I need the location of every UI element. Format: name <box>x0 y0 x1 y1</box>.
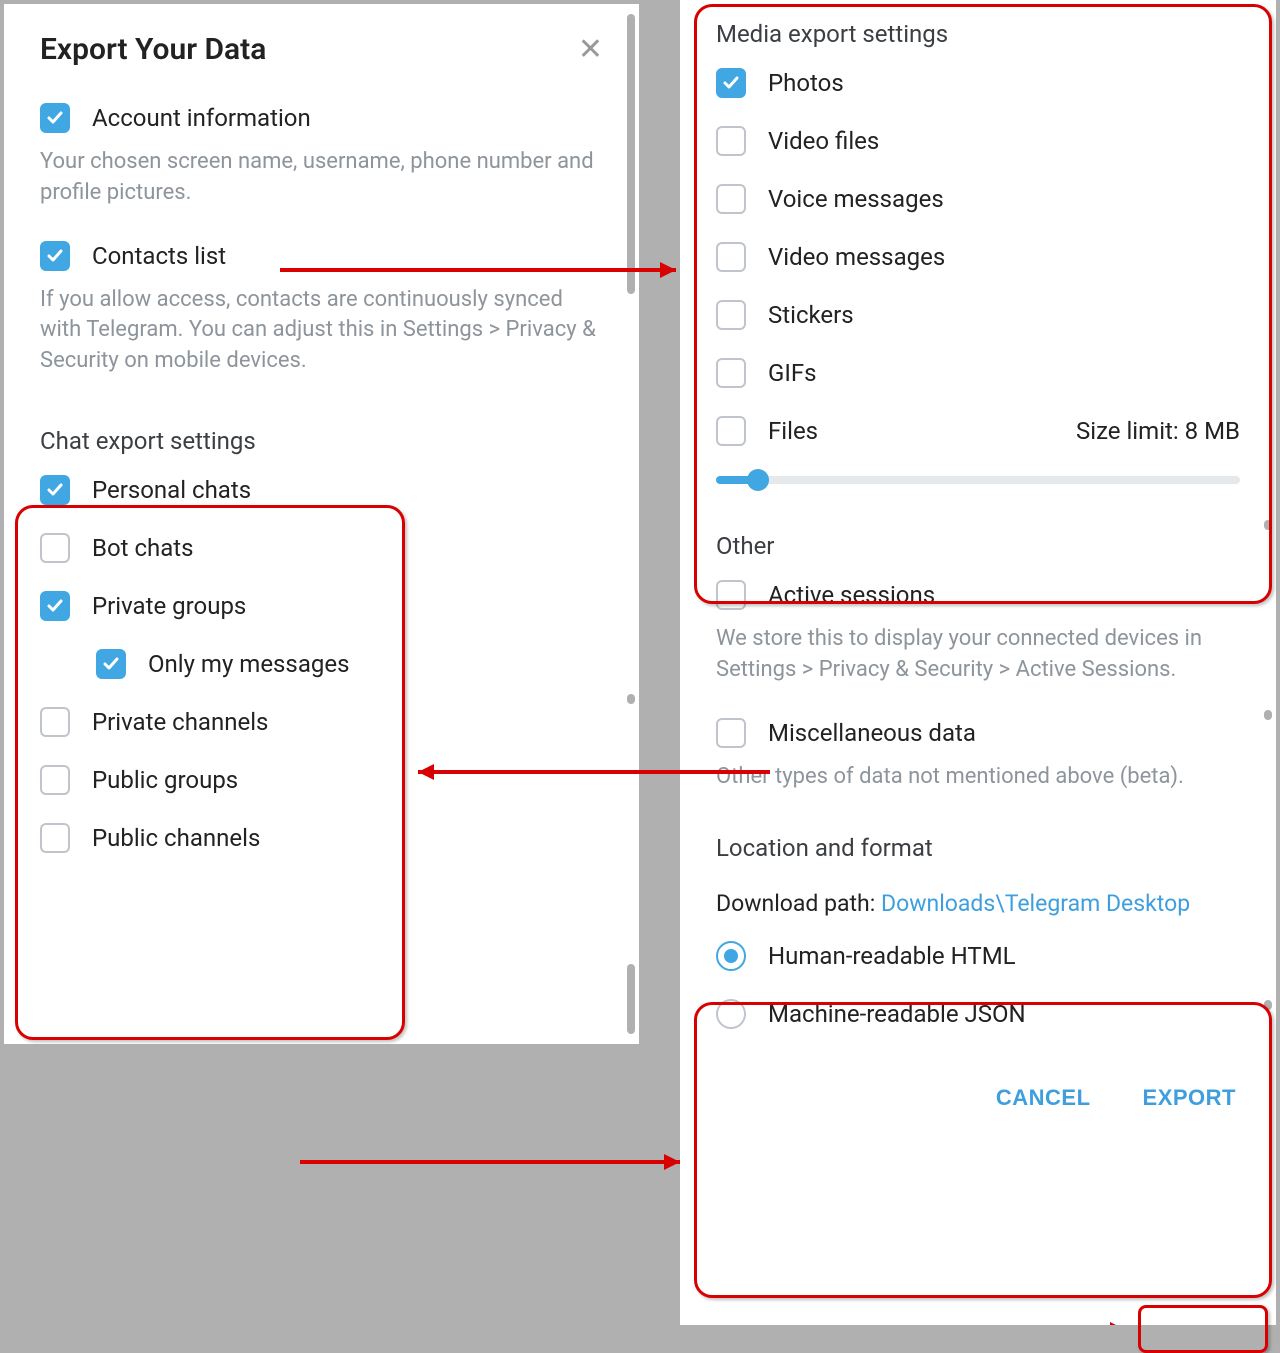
checkbox-video-messages[interactable] <box>716 242 746 272</box>
label-private-groups: Private groups <box>92 592 246 620</box>
section-chat-export: Chat export settings <box>40 421 603 461</box>
checkbox-video-files[interactable] <box>716 126 746 156</box>
checkbox-bot-chats[interactable] <box>40 533 70 563</box>
label-account-information: Account information <box>92 104 311 132</box>
label-photos: Photos <box>768 69 844 97</box>
row-public-groups[interactable]: Public groups <box>40 751 603 809</box>
download-path-link[interactable]: Downloads\Telegram Desktop <box>881 890 1190 917</box>
dialog-title: Export Your Data <box>40 32 266 67</box>
section-media-export: Media export settings <box>716 14 1240 54</box>
scrollbar-right[interactable] <box>1264 1000 1272 1010</box>
checkbox-public-groups[interactable] <box>40 765 70 795</box>
size-limit-text: Size limit: 8 MB <box>1076 417 1240 445</box>
row-files[interactable]: Files Size limit: 8 MB <box>716 402 1240 460</box>
dialog-footer: CANCEL EXPORT <box>680 1055 1276 1143</box>
row-voice-messages[interactable]: Voice messages <box>716 170 1240 228</box>
scrollbar-left[interactable] <box>627 964 635 1034</box>
label-private-channels: Private channels <box>92 708 268 736</box>
slider-thumb[interactable] <box>747 469 769 491</box>
checkbox-stickers[interactable] <box>716 300 746 330</box>
row-bot-chats[interactable]: Bot chats <box>40 519 603 577</box>
row-video-messages[interactable]: Video messages <box>716 228 1240 286</box>
scrollbar-left[interactable] <box>627 694 635 704</box>
row-public-channels[interactable]: Public channels <box>40 809 603 867</box>
cancel-button[interactable]: CANCEL <box>980 1075 1107 1121</box>
label-video-messages: Video messages <box>768 243 945 271</box>
export-dialog-right: Media export settings Photos Video files… <box>680 0 1276 1325</box>
checkbox-private-channels[interactable] <box>40 707 70 737</box>
desc-account-information: Your chosen screen name, username, phone… <box>40 147 603 227</box>
label-format-json: Machine-readable JSON <box>768 1000 1026 1028</box>
scrollbar-left[interactable] <box>627 14 635 294</box>
close-icon[interactable]: ✕ <box>578 32 603 67</box>
checkbox-photos[interactable] <box>716 68 746 98</box>
radio-html[interactable] <box>716 941 746 971</box>
scrollbar-right[interactable] <box>1264 710 1272 720</box>
size-limit-slider[interactable] <box>716 476 1240 484</box>
label-video-files: Video files <box>768 127 879 155</box>
export-dialog-left: Export Your Data ✕ Account information Y… <box>4 4 639 1044</box>
label-bot-chats: Bot chats <box>92 534 194 562</box>
label-active-sessions: Active sessions <box>768 581 935 609</box>
row-misc-data[interactable]: Miscellaneous data <box>716 704 1240 762</box>
label-public-groups: Public groups <box>92 766 238 794</box>
row-contacts-list[interactable]: Contacts list <box>40 227 603 285</box>
label-gifs: GIFs <box>768 359 817 387</box>
export-button[interactable]: EXPORT <box>1127 1075 1252 1121</box>
label-personal-chats: Personal chats <box>92 476 251 504</box>
checkbox-active-sessions[interactable] <box>716 580 746 610</box>
row-format-json[interactable]: Machine-readable JSON <box>716 985 1240 1043</box>
checkbox-personal-chats[interactable] <box>40 475 70 505</box>
label-files: Files <box>768 417 818 445</box>
row-format-html[interactable]: Human-readable HTML <box>716 927 1240 985</box>
desc-active-sessions: We store this to display your connected … <box>716 624 1240 704</box>
label-misc-data: Miscellaneous data <box>768 719 976 747</box>
row-only-my-messages[interactable]: Only my messages <box>96 635 603 693</box>
row-private-groups[interactable]: Private groups <box>40 577 603 635</box>
scrollbar-right[interactable] <box>1264 520 1272 530</box>
radio-json[interactable] <box>716 999 746 1029</box>
download-path-label: Download path: <box>716 890 875 917</box>
label-voice-messages: Voice messages <box>768 185 944 213</box>
row-private-channels[interactable]: Private channels <box>40 693 603 751</box>
label-only-my-messages: Only my messages <box>148 650 349 678</box>
checkbox-public-channels[interactable] <box>40 823 70 853</box>
checkbox-private-groups[interactable] <box>40 591 70 621</box>
checkbox-misc-data[interactable] <box>716 718 746 748</box>
label-format-html: Human-readable HTML <box>768 942 1016 970</box>
row-video-files[interactable]: Video files <box>716 112 1240 170</box>
label-public-channels: Public channels <box>92 824 260 852</box>
desc-misc-data: Other types of data not mentioned above … <box>716 762 1240 811</box>
checkbox-contacts-list[interactable] <box>40 241 70 271</box>
row-gifs[interactable]: GIFs <box>716 344 1240 402</box>
checkbox-files[interactable] <box>716 416 746 446</box>
row-photos[interactable]: Photos <box>716 54 1240 112</box>
dialog-header: Export Your Data ✕ <box>4 4 639 89</box>
checkbox-only-my-messages[interactable] <box>96 649 126 679</box>
checkbox-voice-messages[interactable] <box>716 184 746 214</box>
label-contacts-list: Contacts list <box>92 242 226 270</box>
row-stickers[interactable]: Stickers <box>716 286 1240 344</box>
label-stickers: Stickers <box>768 301 854 329</box>
section-other: Other <box>716 526 1240 566</box>
section-location-format: Location and format <box>716 828 1240 868</box>
row-account-information[interactable]: Account information <box>40 89 603 147</box>
checkbox-account-information[interactable] <box>40 103 70 133</box>
row-active-sessions[interactable]: Active sessions <box>716 566 1240 624</box>
desc-contacts-list: If you allow access, contacts are contin… <box>40 285 603 395</box>
download-path: Download path: Downloads\Telegram Deskto… <box>716 868 1240 927</box>
checkbox-gifs[interactable] <box>716 358 746 388</box>
row-personal-chats[interactable]: Personal chats <box>40 461 603 519</box>
